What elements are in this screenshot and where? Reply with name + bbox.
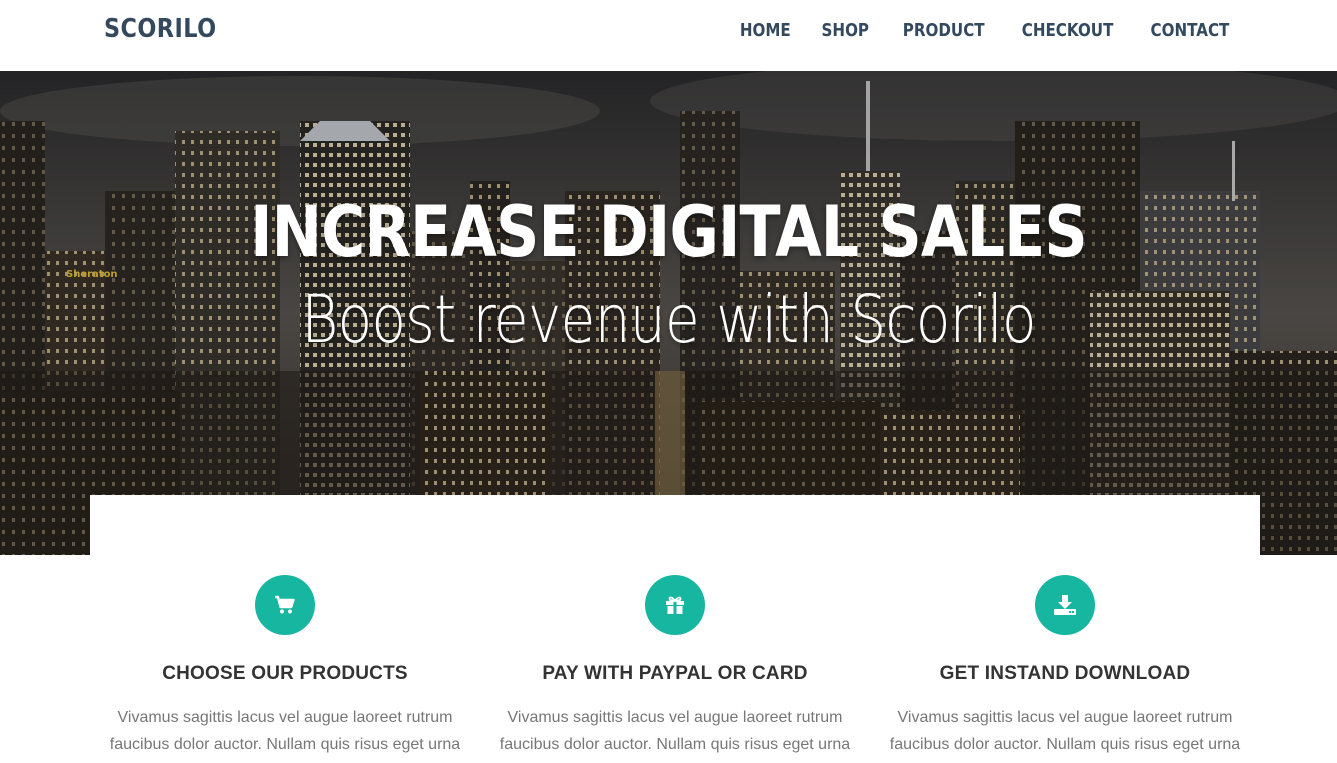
feature-text: Vivamus sagittis lacus vel augue laoreet… [499,709,851,753]
nav-contact[interactable]: CONTACT [1144,20,1236,41]
feature-icon-circle [1035,575,1095,635]
gift-icon [666,596,684,614]
nav-product[interactable]: PRODUCT [896,20,991,41]
feature-choose-products: CHOOSE OUR PRODUCTS Vivamus sagittis lac… [90,575,480,758]
download-icon [1054,595,1076,615]
nav-shop[interactable]: SHOP [815,20,876,41]
feature-text: Vivamus sagittis lacus vel augue laoreet… [109,709,461,753]
hero-title: INCREASE DIGITAL SALES [250,191,1088,273]
feature-icon-circle [645,575,705,635]
hero-subtitle: Boost revenue with Scorilo [301,281,1036,358]
feature-title: PAY WITH PAYPAL OR CARD [542,663,808,684]
nav-checkout[interactable]: CHECKOUT [1015,20,1120,41]
main-nav: HOME SHOP PRODUCT CHECKOUT CONTACT [727,20,1245,41]
feature-pay-paypal: PAY WITH PAYPAL OR CARD Vivamus sagittis… [480,575,870,758]
hero-banner: Sheraton INCREASE DIGITAL SALES Boost re… [0,71,1337,555]
brand-logo[interactable]: SCORILO [104,14,217,44]
feature-title: GET INSTAND DOWNLOAD [939,663,1191,684]
navbar: SCORILO HOME SHOP PRODUCT CHECKOUT CONTA… [0,0,1337,71]
feature-instant-download: GET INSTAND DOWNLOAD Vivamus sagittis la… [870,575,1260,758]
cart-icon [275,595,295,614]
feature-text: Vivamus sagittis lacus vel augue laoreet… [889,709,1241,753]
nav-home[interactable]: HOME [734,20,798,41]
feature-title: CHOOSE OUR PRODUCTS [162,663,408,684]
feature-icon-circle [255,575,315,635]
